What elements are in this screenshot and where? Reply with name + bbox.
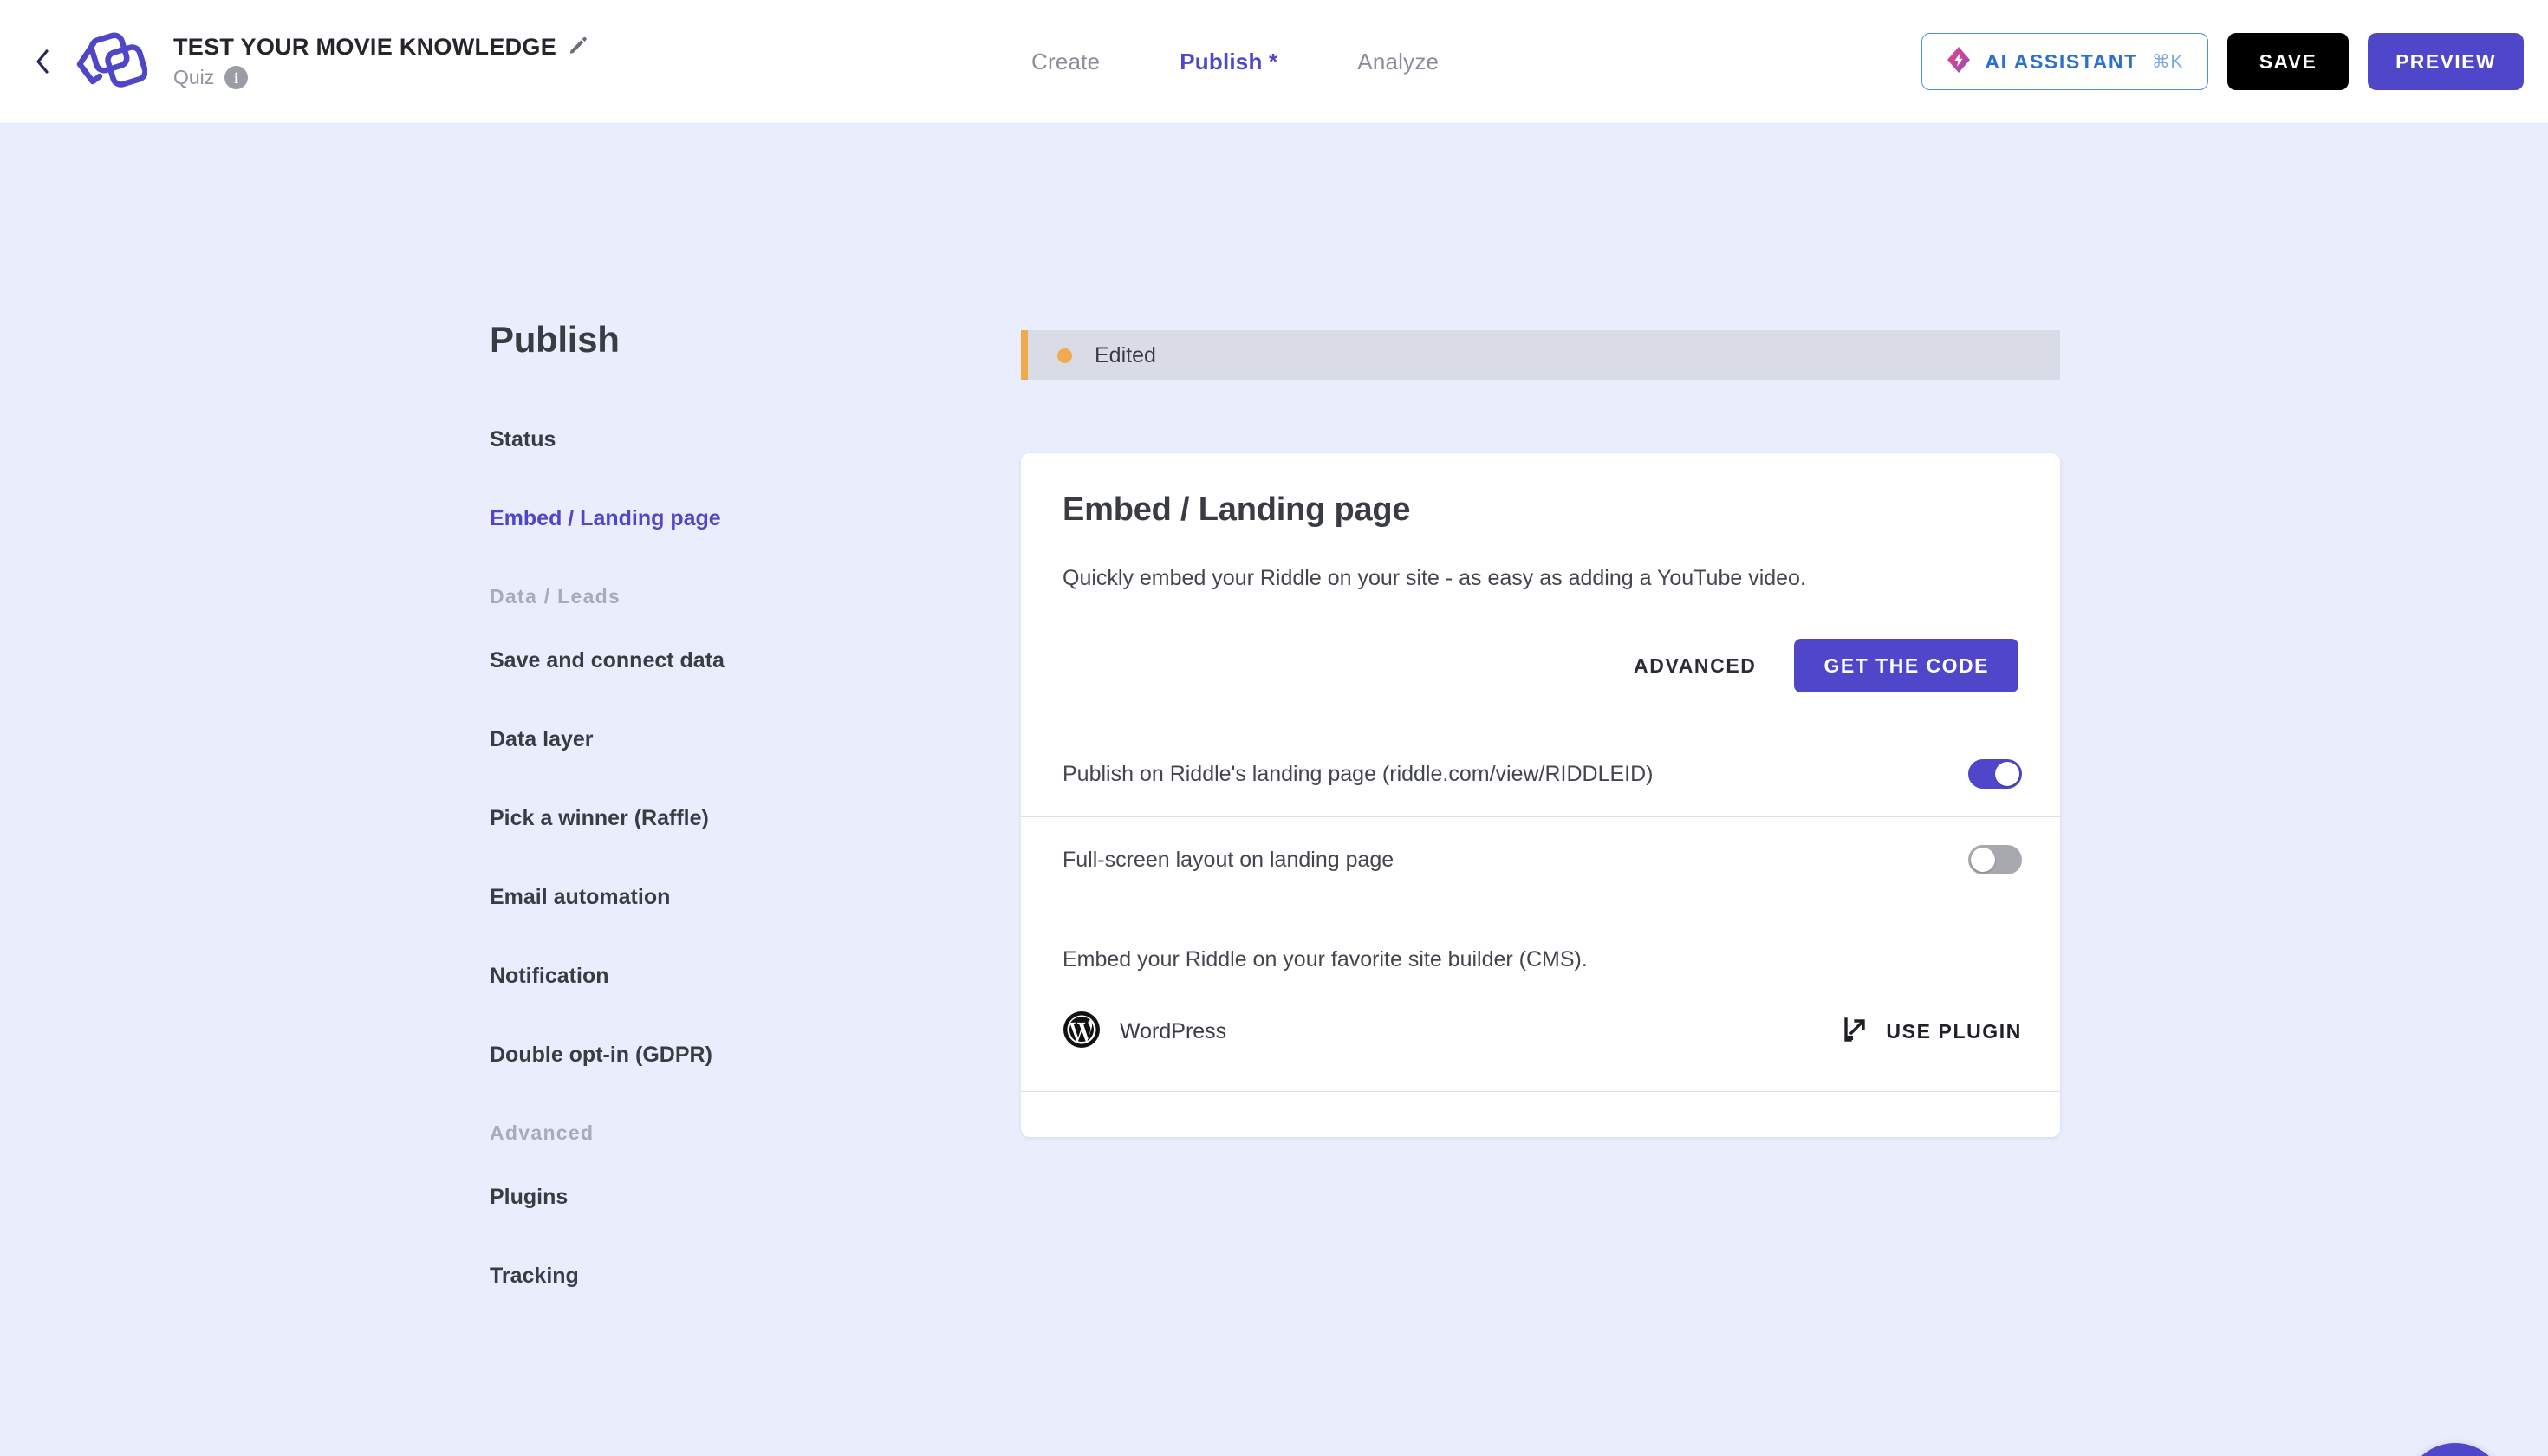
sidebar-group-advanced: Advanced	[490, 1121, 595, 1144]
status-banner: Edited	[1021, 330, 2060, 380]
cms-row-wordpress: WordPress USE PLUGIN	[1021, 972, 2060, 1091]
advanced-button[interactable]: ADVANCED	[1628, 646, 1761, 686]
chat-support-button[interactable]	[2405, 1443, 2506, 1456]
get-the-code-button[interactable]: GET THE CODE	[1794, 639, 2018, 692]
status-badge: Edited	[1095, 342, 1156, 367]
sidebar-item-pick-a-winner[interactable]: Pick a winner (Raffle)	[490, 806, 923, 831]
riddle-logo-icon[interactable]	[68, 20, 151, 103]
sidebar-item-tracking[interactable]: Tracking	[490, 1264, 923, 1289]
toggle-row-publish-landing-page: Publish on Riddle's landing page (riddle…	[1021, 731, 2060, 816]
external-link-icon	[1843, 1017, 1869, 1047]
title-row: TEST YOUR MOVIE KNOWLEDGE	[173, 34, 588, 61]
sidebar-item-status[interactable]: Status	[490, 427, 923, 452]
info-icon[interactable]: i	[224, 66, 249, 89]
sidebar-item-save-and-connect-data[interactable]: Save and connect data	[490, 648, 923, 673]
toggle-fullscreen-layout[interactable]	[1968, 845, 2022, 874]
wordpress-icon	[1063, 1011, 1101, 1053]
sidebar-item-embed-landing-page[interactable]: Embed / Landing page	[490, 506, 923, 531]
ai-diamond-icon	[1947, 46, 1971, 78]
use-plugin-label: USE PLUGIN	[1886, 1020, 2022, 1043]
sidebar-item-data-layer[interactable]: Data layer	[490, 727, 923, 752]
card-header: Embed / Landing page Quickly embed your …	[1021, 453, 2060, 594]
tab-analyze[interactable]: Analyze	[1357, 49, 1439, 75]
cms-provider: WordPress	[1063, 1011, 1226, 1053]
app-header: TEST YOUR MOVIE KNOWLEDGE Quiz i Create …	[0, 0, 2548, 124]
toggle-label-fullscreen-layout: Full-screen layout on landing page	[1063, 847, 1394, 872]
card-title: Embed / Landing page	[1063, 491, 1411, 528]
toggle-publish-landing-page[interactable]	[1968, 759, 2022, 789]
ai-assistant-button[interactable]: AI ASSISTANT ⌘K	[1921, 33, 2208, 90]
pencil-icon[interactable]	[568, 35, 588, 60]
chevron-left-icon	[35, 49, 50, 75]
embed-landing-page-card: Embed / Landing page Quickly embed your …	[1021, 453, 2060, 1137]
main-nav-tabs: Create Publish * Analyze	[1031, 0, 1439, 123]
sidebar-group-data-leads: Data / Leads	[490, 585, 621, 608]
preview-button[interactable]: PREVIEW	[2368, 33, 2524, 90]
subtitle-row: Quiz i	[173, 66, 588, 89]
toggle-knob	[1971, 848, 1995, 872]
ai-assistant-shortcut: ⌘K	[2151, 51, 2183, 72]
use-plugin-button[interactable]: USE PLUGIN	[1843, 1017, 2022, 1047]
status-dot-icon	[1057, 348, 1072, 363]
toggle-row-fullscreen-layout: Full-screen layout on landing page	[1021, 817, 2060, 902]
cms-block: Embed your Riddle on your favorite site …	[1021, 902, 2060, 972]
card-action-row: ADVANCED GET THE CODE	[1021, 594, 2060, 731]
back-button[interactable]	[26, 45, 59, 78]
riddle-title-block: TEST YOUR MOVIE KNOWLEDGE Quiz i	[173, 34, 588, 89]
sidebar-item-email-automation[interactable]: Email automation	[490, 885, 923, 910]
page-title: TEST YOUR MOVIE KNOWLEDGE	[173, 34, 557, 60]
ai-assistant-label: AI ASSISTANT	[1985, 49, 2138, 73]
toggle-label-publish-landing-page: Publish on Riddle's landing page (riddle…	[1063, 761, 1654, 786]
riddle-type-label: Quiz	[173, 66, 215, 88]
sidebar-item-double-opt-in[interactable]: Double opt-in (GDPR)	[490, 1043, 923, 1068]
tab-create[interactable]: Create	[1031, 49, 1100, 75]
card-description: Quickly embed your Riddle on your site -…	[1063, 566, 1806, 590]
sidebar-title: Publish	[490, 319, 620, 360]
tab-publish[interactable]: Publish *	[1180, 49, 1277, 75]
page-body: Publish Status Embed / Landing page Data…	[0, 124, 2548, 1456]
save-button[interactable]: SAVE	[2227, 33, 2349, 90]
publish-sidebar: Publish Status Embed / Landing page Data…	[490, 319, 923, 1342]
header-actions: AI ASSISTANT ⌘K SAVE PREVIEW	[1921, 0, 2524, 123]
toggle-knob	[1995, 762, 2019, 786]
card-footer	[1021, 1092, 2060, 1137]
cms-provider-name: WordPress	[1120, 1019, 1227, 1043]
sidebar-item-notification[interactable]: Notification	[490, 964, 923, 989]
sidebar-item-plugins[interactable]: Plugins	[490, 1185, 923, 1210]
cms-description: Embed your Riddle on your favorite site …	[1063, 947, 1588, 972]
